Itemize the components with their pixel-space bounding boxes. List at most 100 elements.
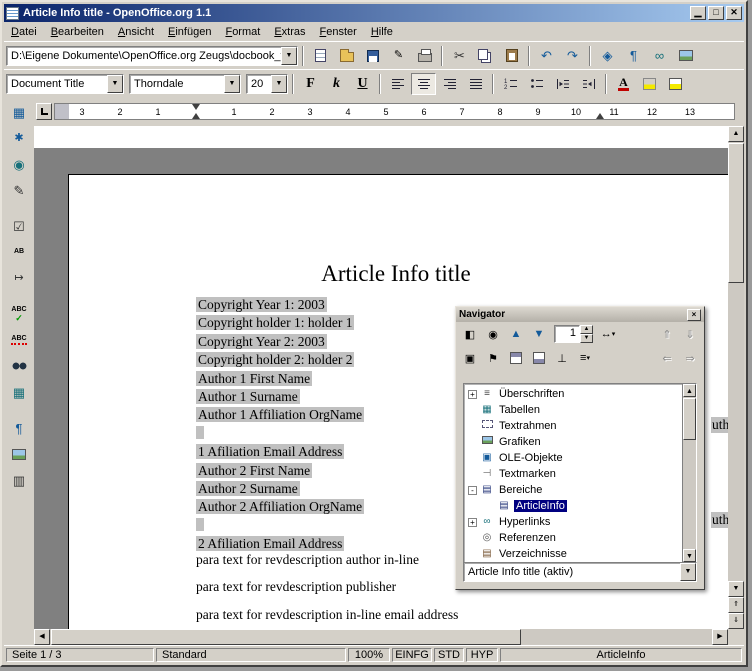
nonprinting-characters-button[interactable]: ¶ xyxy=(6,416,32,440)
expander-icon[interactable]: + xyxy=(468,518,477,527)
tree-item-ueberschriften[interactable]: + ≡ Überschriften xyxy=(464,386,696,402)
horizontal-scrollbar[interactable]: ◀ ▶ xyxy=(34,629,728,645)
doc-field-empty[interactable] xyxy=(196,518,204,531)
promote-chapter-button[interactable]: ⇑ xyxy=(656,324,678,344)
menu-fenster[interactable]: Fenster xyxy=(313,24,364,40)
copy-button[interactable] xyxy=(473,45,498,67)
doc-field[interactable]: Copyright Year 2: 2003 xyxy=(196,334,327,349)
align-left-button[interactable] xyxy=(385,73,410,95)
tree-scroll-up-button[interactable]: ▲ xyxy=(683,384,696,397)
promote-level-button[interactable]: ⇐ xyxy=(656,348,678,368)
previous-page-nav-button[interactable]: ▲ xyxy=(505,324,527,344)
bold-button[interactable]: F xyxy=(298,73,323,95)
increase-indent-button[interactable] xyxy=(576,73,601,95)
navigator-close-button[interactable]: × xyxy=(687,309,701,321)
draw-functions-button[interactable]: ✎ xyxy=(6,178,32,202)
paste-button[interactable] xyxy=(499,45,524,67)
spin-down-icon[interactable]: ▼ xyxy=(580,334,593,343)
minimize-button[interactable]: ▁ xyxy=(690,6,706,20)
doc-field[interactable]: Author 2 First Name xyxy=(196,463,312,478)
menu-extras[interactable]: Extras xyxy=(267,24,312,40)
doc-paragraph-text[interactable]: para text for revdescription in-line ema… xyxy=(196,607,458,622)
navigator-window[interactable]: Navigator × ◧ ◉ ▲ ▼ 1 ▲ ▼ ↔▾ ⇑ ⇓ ▣ ⚑ ⊥ xyxy=(455,306,705,590)
size-dropdown-icon[interactable]: ▼ xyxy=(271,75,287,93)
title-bar[interactable]: Article Info title - OpenOffice.org 1.1 … xyxy=(4,4,744,22)
first-line-indent-marker[interactable] xyxy=(192,104,200,110)
font-name-value[interactable]: Thorndale xyxy=(130,78,224,90)
underline-button[interactable]: U xyxy=(350,73,375,95)
align-center-button[interactable] xyxy=(411,73,436,95)
insert-object-button[interactable]: ◉ xyxy=(6,152,32,176)
paragraph-style-value[interactable]: Document Title xyxy=(7,78,107,90)
previous-page-button[interactable]: ⇑ xyxy=(728,597,744,613)
find-replace-button[interactable] xyxy=(6,354,32,378)
background-color-button[interactable] xyxy=(663,73,688,95)
status-hyperlink-mode[interactable]: HYP xyxy=(466,648,498,662)
tree-item-hyperlinks[interactable]: + ∞ Hyperlinks xyxy=(464,514,696,530)
open-button[interactable] xyxy=(334,45,359,67)
anchor-text-button[interactable]: ⊥ xyxy=(551,348,573,368)
set-reminder-button[interactable]: ⚑ xyxy=(482,348,504,368)
insert-button[interactable]: ▦ xyxy=(6,100,32,124)
doc-field[interactable]: Copyright holder 1: holder 1 xyxy=(196,315,354,330)
edit-file-button[interactable]: ✎ xyxy=(386,45,411,67)
menu-ansicht[interactable]: Ansicht xyxy=(111,24,161,40)
doc-text-fragment[interactable]: utho xyxy=(711,512,728,528)
status-selection-mode[interactable]: STD xyxy=(434,648,464,662)
tab-type-selector[interactable] xyxy=(36,103,52,120)
scroll-down-button[interactable]: ▼ xyxy=(728,581,744,597)
insert-fields-button[interactable]: ✱ xyxy=(6,126,32,150)
save-button[interactable] xyxy=(360,45,385,67)
scroll-up-button[interactable]: ▲ xyxy=(728,126,744,142)
stylist-button[interactable]: ¶ xyxy=(621,45,646,67)
undo-button[interactable]: ↶ xyxy=(534,45,559,67)
scroll-right-button[interactable]: ▶ xyxy=(712,629,728,645)
font-size-value[interactable]: 20 xyxy=(247,78,271,90)
decrease-indent-button[interactable] xyxy=(550,73,575,95)
doc-paragraph-text[interactable]: para text for revdescription publisher xyxy=(196,579,396,594)
doc-field[interactable]: Copyright holder 2: holder 2 xyxy=(196,352,354,367)
navigator-toggle-button[interactable]: ◈ xyxy=(595,45,620,67)
numbering-button[interactable]: 12 xyxy=(498,73,523,95)
right-indent-marker[interactable] xyxy=(596,113,604,119)
status-section[interactable]: ArticleInfo xyxy=(500,648,742,662)
highlighting-button[interactable] xyxy=(637,73,662,95)
tree-scrollbar[interactable]: ▲ ▼ xyxy=(682,384,696,562)
italic-button[interactable]: k xyxy=(324,73,349,95)
vertical-scroll-thumb[interactable] xyxy=(728,143,744,283)
doc-text-fragment[interactable]: utho xyxy=(711,417,728,433)
menu-datei[interactable]: Datei xyxy=(4,24,44,40)
auto-spellcheck-button[interactable]: ABC xyxy=(6,328,32,352)
page-number-value[interactable]: 1 xyxy=(554,325,580,343)
tree-item-textrahmen[interactable]: Textrahmen xyxy=(464,418,696,434)
tree-item-articleinfo[interactable]: ▤ ArticleInfo xyxy=(464,498,696,514)
direct-cursor-button[interactable]: ↦ xyxy=(6,266,32,290)
tree-item-tabellen[interactable]: ▦ Tabellen xyxy=(464,402,696,418)
doc-field[interactable]: Author 2 Affiliation OrgName xyxy=(196,499,364,514)
drag-mode-button[interactable]: ↔▾ xyxy=(597,324,619,344)
left-indent-marker[interactable] xyxy=(192,113,200,119)
form-functions-button[interactable]: ☑ xyxy=(6,214,32,238)
header-button[interactable] xyxy=(505,348,527,368)
tree-item-verzeichnisse[interactable]: ▤ Verzeichnisse xyxy=(464,546,696,562)
tree-item-textmarken[interactable]: ⊣ Textmarken xyxy=(464,466,696,482)
spin-up-icon[interactable]: ▲ xyxy=(580,325,593,334)
doc-field[interactable]: Copyright Year 1: 2003 xyxy=(196,297,327,312)
tree-item-ole-objekte[interactable]: ▣ OLE-Objekte xyxy=(464,450,696,466)
doc-field[interactable]: 2 Afiliation Email Address xyxy=(196,536,344,551)
datasources-button[interactable]: ▦ xyxy=(6,380,32,404)
hyperlink-dialog-button[interactable]: ∞ xyxy=(647,45,672,67)
tree-item-referenzen[interactable]: ◎ Referenzen xyxy=(464,530,696,546)
align-right-button[interactable] xyxy=(437,73,462,95)
next-page-button[interactable]: ⇓ xyxy=(728,613,744,629)
outline-level-button[interactable]: ≡▾ xyxy=(574,348,596,368)
font-name-combobox[interactable]: Thorndale ▼ xyxy=(129,74,241,94)
tree-scroll-thumb[interactable] xyxy=(683,398,696,440)
url-combobox[interactable]: D:\Eigene Dokumente\OpenOffice.org Zeugs… xyxy=(6,46,298,66)
autotext-button[interactable]: AB xyxy=(6,240,32,264)
navigator-content-tree[interactable]: + ≡ Überschriften ▦ Tabellen Textrahmen … xyxy=(463,383,697,563)
tree-item-bereiche[interactable]: - ▤ Bereiche xyxy=(464,482,696,498)
expander-icon[interactable]: - xyxy=(468,486,477,495)
spellcheck-button[interactable]: ABC xyxy=(6,302,32,326)
justify-button[interactable] xyxy=(463,73,488,95)
